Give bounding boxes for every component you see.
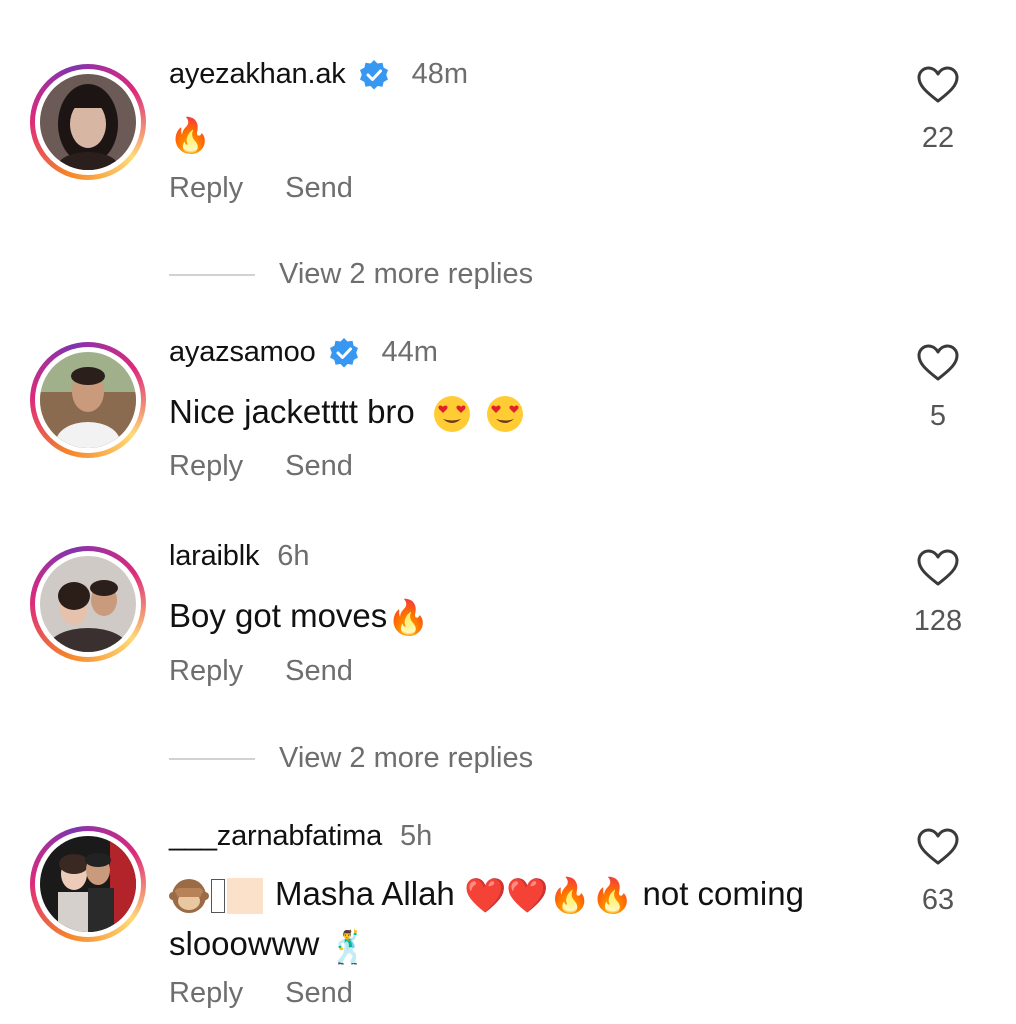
comment-text: Masha Allah ❤️❤️🔥🔥 not coming slooowww 🕺 [169,870,889,971]
verified-badge-icon [359,59,388,89]
like-control: 22 [900,66,976,155]
username[interactable]: ___zarnabfatima [169,820,382,853]
comment-text: 🔥 [169,110,889,160]
comment-time: 6h [277,540,310,572]
like-count: 5 [929,400,947,432]
view-replies-label: View 2 more replies [279,258,534,290]
like-control: 128 [900,549,976,638]
comment-time: 5h [400,820,433,852]
heart-outline-icon[interactable] [917,549,959,587]
like-count: 63 [921,884,955,916]
view-replies-label: View 2 more replies [279,742,534,774]
comment-body: Masha Allah [275,875,455,912]
comment-text: Nice jacketttt bro [169,388,889,436]
fire-emoji: 🔥 [169,116,212,157]
avatar-photo [40,556,136,652]
red-heart-emoji: ❤️ [463,876,507,917]
heart-eyes-emoji-icon [433,396,470,433]
skin-tone-swatch [227,878,263,915]
username[interactable]: ayazsamoo [169,336,316,369]
username[interactable]: ayezakhan.ak [169,58,346,91]
avatar-photo [40,352,136,448]
view-replies-button[interactable]: View 2 more replies [169,258,533,291]
like-control: 63 [900,828,976,917]
view-replies-button[interactable]: View 2 more replies [169,742,533,775]
verified-badge-icon [329,337,358,367]
comment-body-line2: slooowww [169,925,320,963]
comment-body: Nice jacketttt bro [169,393,415,430]
reply-button[interactable]: Reply [169,450,243,483]
fire-emoji: 🔥 [548,876,591,917]
divider-line [169,757,255,760]
heart-outline-icon[interactable] [917,344,959,382]
heart-outline-icon[interactable] [917,66,959,104]
reply-button[interactable]: Reply [169,655,243,688]
fire-emoji: 🔥 [387,598,430,639]
avatar[interactable] [30,546,146,662]
avatar[interactable] [30,826,146,942]
reply-button[interactable]: Reply [169,977,243,1010]
missing-glyph-box [211,879,225,914]
comment-body-tail: not coming [642,875,804,912]
like-count: 22 [921,122,955,154]
send-button[interactable]: Send [285,450,353,483]
dancer-emoji: 🕺 [328,927,369,966]
fire-emoji: 🔥 [590,876,634,917]
avatar[interactable] [30,64,146,180]
comments-list: ayezakhan.ak 48m 🔥 Reply Send 22 View 2 … [0,0,1016,1024]
avatar-photo [40,836,136,932]
reply-button[interactable]: Reply [169,172,243,205]
comment-time: 44m [381,336,438,368]
send-button[interactable]: Send [285,172,353,205]
username[interactable]: laraiblk [169,540,259,573]
divider-line [169,273,255,276]
comment-time: 48m [411,58,468,90]
avatar[interactable] [30,342,146,458]
see-no-evil-monkey-icon [169,879,209,914]
avatar-photo [40,74,136,170]
like-control: 5 [900,344,976,433]
like-count: 128 [913,605,963,637]
send-button[interactable]: Send [285,655,353,688]
heart-eyes-emoji-icon [487,396,524,433]
comment-body: Boy got moves [169,597,388,634]
comment-text: Boy got moves🔥 [169,592,889,642]
send-button[interactable]: Send [285,977,353,1010]
red-heart-emoji: ❤️ [506,876,549,917]
heart-outline-icon[interactable] [917,828,959,866]
